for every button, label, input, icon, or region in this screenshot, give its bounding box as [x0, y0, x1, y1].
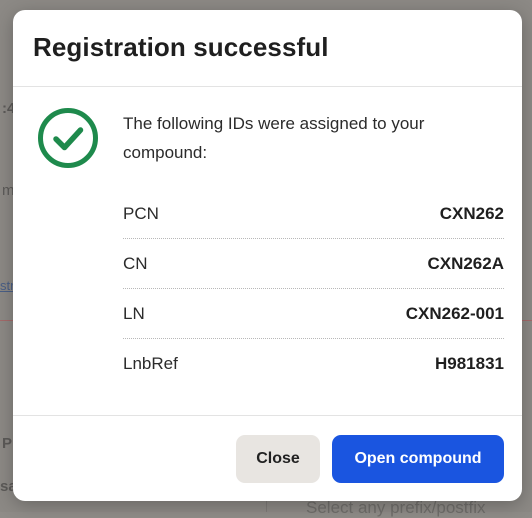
- id-value: CXN262A: [427, 253, 504, 273]
- background-prefix-input-placeholder: Select any prefix/postfix: [306, 498, 486, 517]
- id-value: H981831: [434, 353, 504, 373]
- dialog-header: Registration successful: [13, 10, 522, 87]
- id-value: CXN262-001: [405, 303, 504, 323]
- close-button[interactable]: Close: [236, 435, 320, 483]
- id-row-ln: LN CXN262-001: [123, 289, 504, 339]
- dialog-footer: Close Open compound: [13, 415, 522, 501]
- id-row-cn: CN CXN262A: [123, 239, 504, 289]
- id-label: LnbRef: [123, 353, 178, 373]
- dialog-body: The following IDs were assigned to your …: [13, 87, 522, 416]
- id-row-pcn: PCN CXN262: [123, 189, 504, 239]
- background-text-fragment: P: [2, 435, 13, 452]
- assigned-ids-list: PCN CXN262 CN CXN262A LN CXN262-001 LnbR…: [123, 189, 504, 388]
- id-label: CN: [123, 253, 148, 273]
- id-label: LN: [123, 303, 145, 323]
- registration-success-dialog: Registration successful The following ID…: [13, 10, 522, 501]
- open-compound-button[interactable]: Open compound: [332, 435, 504, 483]
- dialog-title: Registration successful: [33, 32, 329, 62]
- dialog-message: The following IDs were assigned to your …: [123, 114, 425, 162]
- id-label: PCN: [123, 203, 159, 223]
- id-row-lnbref: LnbRef H981831: [123, 339, 504, 388]
- id-value: CXN262: [439, 203, 504, 223]
- check-circle-icon: [38, 108, 98, 168]
